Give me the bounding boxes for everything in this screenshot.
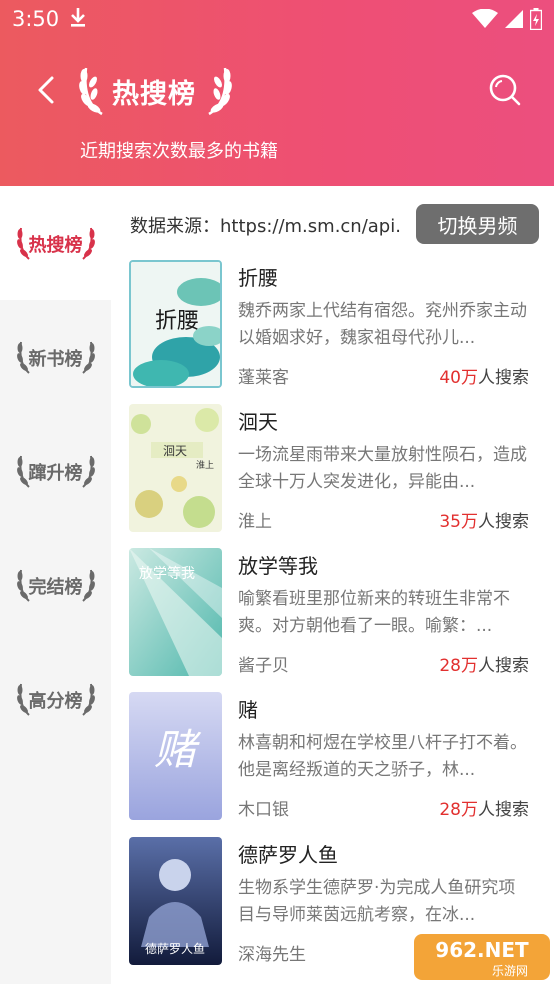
laurel-icon	[81, 227, 95, 260]
book-author: 木口银	[238, 800, 289, 820]
page-title: 热搜榜	[112, 79, 196, 110]
search-count-number: 40万	[439, 368, 478, 388]
book-cover: 德萨罗人鱼	[129, 837, 222, 965]
data-source-text: 数据来源：https://m.sm.cn/api...	[130, 216, 400, 237]
laurel-icon	[81, 683, 95, 716]
sidebar-item-hot-search[interactable]: 热搜榜	[0, 186, 111, 300]
back-button[interactable]	[30, 70, 70, 110]
watermark-logo: 962.NET 乐游网	[410, 930, 554, 984]
search-count-suffix: 人搜索	[478, 800, 529, 820]
book-title: 德萨罗人鱼	[238, 843, 338, 867]
switch-gender-button[interactable]: 切换男频	[416, 204, 539, 244]
svg-text:放学等我: 放学等我	[139, 565, 195, 582]
book-cover: 赌	[129, 692, 222, 820]
header: 3:50 热搜榜 近期搜索次数最多的书籍	[0, 0, 554, 186]
svg-text:折腰: 折腰	[155, 309, 199, 334]
book-title: 赌	[238, 698, 258, 722]
book-author: 深海先生	[238, 945, 306, 965]
search-count-suffix: 人搜索	[478, 512, 529, 532]
book-description: 喻繁看班里那位新来的转班生非常不爽。对方朝他看了一眼。喻繁：...	[238, 589, 510, 636]
svg-text:洄天: 洄天	[163, 444, 187, 458]
search-count-number: 35万	[439, 512, 478, 532]
book-author: 蓬莱客	[238, 368, 289, 388]
laurel-left-icon	[79, 67, 103, 116]
svg-text:962.NET: 962.NET	[435, 938, 529, 962]
book-author: 酱子贝	[238, 656, 289, 676]
rank-sidebar: 热搜榜 新书榜 蹿升榜 完结榜 高分榜	[0, 186, 111, 984]
book-cover: 折腰	[129, 260, 222, 388]
status-time: 3:50	[12, 7, 60, 31]
sidebar-item-new-books[interactable]: 新书榜	[0, 300, 111, 414]
battery-icon	[530, 8, 542, 30]
book-title: 放学等我	[238, 554, 318, 578]
sidebar-item-high-score[interactable]: 高分榜	[0, 642, 111, 756]
book-description: 魏乔两家上代结有宿怨。兖州乔家主动以婚姻求好，魏家祖母代孙儿...	[238, 301, 527, 348]
book-item[interactable]: 放学等我 放学等我 喻繁看班里那位新来的转班生非常不爽。对方朝他看了一眼。喻繁：…	[129, 548, 541, 680]
search-icon	[489, 74, 521, 106]
wifi-icon	[472, 9, 498, 28]
search-count: 28万人搜索	[439, 795, 529, 820]
search-count-number: 28万	[439, 656, 478, 676]
laurel-icon	[81, 569, 95, 602]
search-count-suffix: 人搜索	[478, 656, 529, 676]
search-count-number: 28万	[439, 800, 478, 820]
svg-text:赌: 赌	[154, 725, 202, 774]
book-cover: 洄天 淮上	[129, 404, 222, 532]
search-button[interactable]	[485, 70, 525, 110]
book-item[interactable]: 洄天 淮上 洄天 一场流星雨带来大量放射性陨石，造成全球十万人突发进化，异能由.…	[129, 404, 541, 536]
book-author: 淮上	[238, 512, 272, 532]
chevron-left-icon	[38, 76, 54, 104]
signal-icon	[505, 10, 523, 28]
page-subtitle: 近期搜索次数最多的书籍	[80, 141, 278, 162]
svg-text:德萨罗人鱼: 德萨罗人鱼	[145, 941, 205, 956]
sidebar-item-completed[interactable]: 完结榜	[0, 528, 111, 642]
book-title: 折腰	[238, 266, 278, 290]
download-icon	[68, 5, 88, 34]
laurel-right-icon	[208, 67, 232, 116]
book-item[interactable]: 折腰 折腰 魏乔两家上代结有宿怨。兖州乔家主动以婚姻求好，魏家祖母代孙儿... …	[129, 260, 541, 392]
svg-text:淮上: 淮上	[196, 460, 214, 471]
search-count: 40万人搜索	[439, 363, 529, 388]
book-description: 林喜朝和柯煜在学校里八杆子打不着。他是离经叛道的天之骄子，林...	[238, 733, 527, 780]
sidebar-item-rising[interactable]: 蹿升榜	[0, 414, 111, 528]
search-count: 28万人搜索	[439, 651, 529, 676]
status-bar: 3:50	[0, 0, 554, 38]
laurel-icon	[81, 341, 95, 374]
svg-text:乐游网: 乐游网	[492, 964, 528, 978]
search-count-suffix: 人搜索	[478, 368, 529, 388]
book-description: 一场流星雨带来大量放射性陨石，造成全球十万人突发进化，异能由...	[238, 445, 527, 492]
book-cover: 放学等我	[129, 548, 222, 676]
laurel-icon	[81, 455, 95, 488]
book-description: 生物系学生德萨罗·为完成人鱼研究项目与导师莱茵远航考察，在冰...	[238, 878, 516, 925]
book-item[interactable]: 赌 赌 林喜朝和柯煜在学校里八杆子打不着。他是离经叛道的天之骄子，林... 木口…	[129, 692, 541, 824]
book-title: 洄天	[238, 410, 278, 434]
search-count: 35万人搜索	[439, 507, 529, 532]
